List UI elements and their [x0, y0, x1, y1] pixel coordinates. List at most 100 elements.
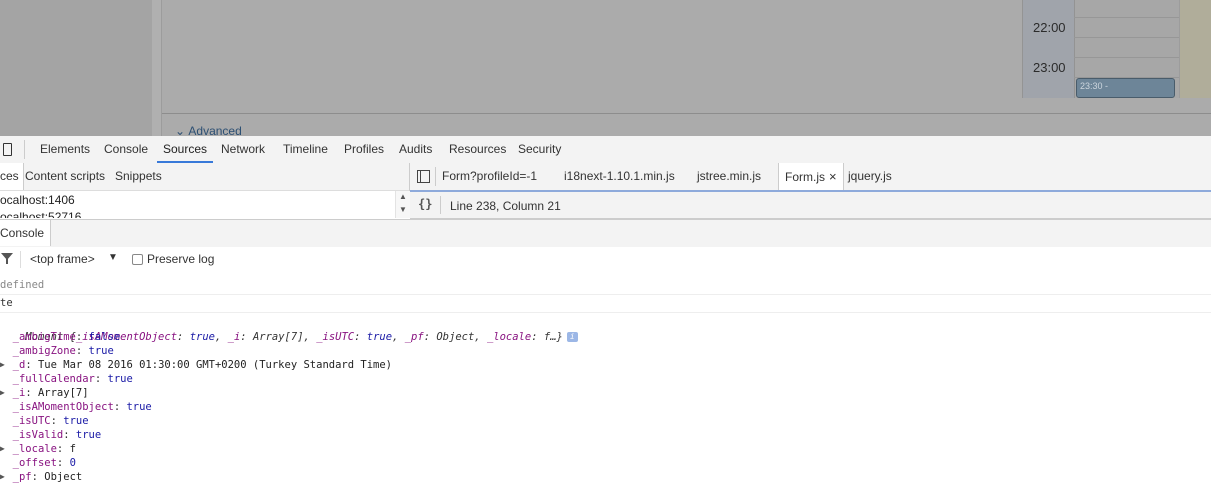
console-property: _isValid: true — [0, 428, 102, 442]
console-property[interactable]: ▶ _locale: f — [0, 442, 76, 456]
property-value: true — [126, 401, 152, 413]
property-key: _i — [12, 387, 26, 399]
navigator-tab-snippets[interactable]: Snippets — [115, 163, 162, 190]
page-overlay-area: ⌄ Advanced 22:00 23:00 23:30 - — [0, 0, 1211, 136]
navigator-item[interactable]: ocalhost:1406 — [0, 193, 75, 207]
property-key: _isAMomentObject — [12, 401, 114, 413]
colon: : — [56, 457, 70, 469]
console-separator — [0, 294, 1211, 295]
expand-triangle-icon[interactable]: ▶ — [0, 442, 5, 456]
calendar-time-column — [1023, 0, 1075, 98]
tab-security[interactable]: Security — [518, 136, 561, 163]
editor-tab[interactable]: Form?profileId=-1 — [442, 163, 537, 190]
toolbar-divider — [24, 140, 25, 159]
property-key: _isUTC — [12, 415, 51, 427]
colon: : — [31, 471, 45, 483]
tab-timeline[interactable]: Timeline — [283, 136, 328, 163]
calendar-event[interactable]: 23:30 - — [1076, 78, 1175, 98]
property-value: true — [75, 429, 102, 441]
console-property: _ambigZone: true — [0, 344, 114, 358]
navigator-scrollbar[interactable]: ▲ ▼ — [395, 191, 410, 218]
tab-sources[interactable]: Sources — [157, 136, 214, 163]
editor-tab[interactable]: i18next-1.10.1.min.js — [564, 163, 675, 190]
property-key: _d — [12, 359, 26, 371]
navigator-tab-sources[interactable]: ces — [0, 163, 24, 190]
navigator-item[interactable]: ocalhost:52716 — [0, 210, 81, 218]
property-value: true — [88, 345, 114, 357]
console-property[interactable]: ▶ _d: Tue Mar 08 2016 01:30:00 GMT+0200 … — [0, 358, 392, 372]
calendar-event-text: 23:30 - — [1080, 81, 1109, 91]
expand-triangle-icon[interactable]: ▶ — [0, 358, 5, 372]
toggle-navigator-icon[interactable] — [417, 170, 430, 183]
property-value: Tue Mar 08 2016 01:30:00 GMT+0200 (Turke… — [37, 359, 392, 371]
property-key: _ambigTime — [12, 331, 76, 343]
page-divider — [162, 113, 1211, 114]
property-key: _pf — [12, 471, 32, 483]
colon: : — [50, 415, 64, 427]
device-mode-icon[interactable] — [3, 143, 12, 156]
property-value: Array[7] — [37, 387, 89, 399]
summary-key: _locale — [486, 331, 532, 343]
pretty-print-icon[interactable]: {} — [418, 197, 432, 211]
frame-selector[interactable]: <top frame> — [30, 252, 95, 266]
page-gutter — [152, 0, 162, 136]
summary-value: Object — [436, 331, 475, 343]
property-value: false — [88, 331, 121, 343]
calendar-next-column — [1179, 0, 1211, 98]
scroll-up-icon[interactable]: ▲ — [399, 192, 407, 201]
editor-tab-label: Form.js — [785, 170, 825, 184]
close-icon[interactable]: × — [829, 169, 837, 184]
expand-triangle-icon[interactable]: ▶ — [0, 470, 5, 484]
scroll-down-icon[interactable]: ▼ — [399, 205, 407, 214]
info-icon[interactable]: i — [566, 332, 578, 342]
console-property: _isUTC: true — [0, 414, 89, 428]
tab-network[interactable]: Network — [221, 136, 265, 163]
summary-value: true — [189, 331, 215, 343]
moment-object-summary[interactable]: Moment {_isAMomentObject: true, _i: Arra… — [0, 316, 578, 343]
console-property[interactable]: ▶ _i: Array[7] — [0, 386, 89, 400]
summary-value: true — [366, 331, 393, 343]
tab-profiles[interactable]: Profiles — [344, 136, 384, 163]
preserve-log-checkbox[interactable] — [132, 254, 143, 265]
navigator-tabbar: ces Content scripts Snippets — [0, 163, 409, 191]
editor-tab[interactable]: jstree.min.js — [697, 163, 761, 190]
toolbar-divider — [20, 251, 21, 268]
navigator-tab-content-scripts[interactable]: Content scripts — [25, 163, 105, 190]
property-key: _ambigZone — [12, 345, 76, 357]
filter-icon-stem — [6, 259, 8, 264]
toolbar-divider — [435, 167, 436, 186]
colon: : — [75, 331, 89, 343]
preserve-log-label: Preserve log — [147, 252, 215, 266]
tab-resources[interactable]: Resources — [449, 136, 506, 163]
property-key: _isValid — [12, 429, 64, 441]
property-value: f — [69, 443, 76, 455]
editor-tabbar: Form?profileId=-1 i18next-1.10.1.min.js … — [410, 163, 1211, 192]
console-property: _fullCalendar: true — [0, 372, 133, 386]
console-property[interactable]: ▶ _pf: Object — [0, 470, 82, 484]
advanced-section-toggle[interactable]: ⌄ Advanced — [175, 124, 242, 136]
tab-audits[interactable]: Audits — [399, 136, 432, 163]
console-message: defined — [0, 279, 45, 291]
editor-tab[interactable]: jquery.js — [848, 163, 892, 190]
calendar-widget: 22:00 23:00 23:30 - — [1022, 0, 1211, 98]
property-value: 0 — [69, 457, 76, 469]
tab-elements[interactable]: Elements — [40, 136, 90, 163]
expand-triangle-icon[interactable]: ▶ — [0, 386, 5, 400]
drawer-tab-console[interactable]: Console — [0, 220, 52, 246]
editor-tab-active[interactable]: Form.js × — [778, 163, 844, 190]
console-property: _isAMomentObject: true — [0, 400, 152, 414]
tab-console[interactable]: Console — [104, 136, 148, 163]
colon: : — [56, 443, 70, 455]
calendar-time-label: 23:00 — [1033, 60, 1066, 75]
sources-navigator: ces Content scripts Snippets ocalhost:14… — [0, 163, 410, 218]
page-left-panel — [0, 0, 153, 136]
colon: : — [25, 387, 38, 399]
console-output: defined te Moment {_isAMomentObject: tru… — [0, 272, 1211, 483]
chevron-down-icon[interactable]: ▼ — [108, 252, 118, 263]
colon: : — [75, 345, 89, 357]
